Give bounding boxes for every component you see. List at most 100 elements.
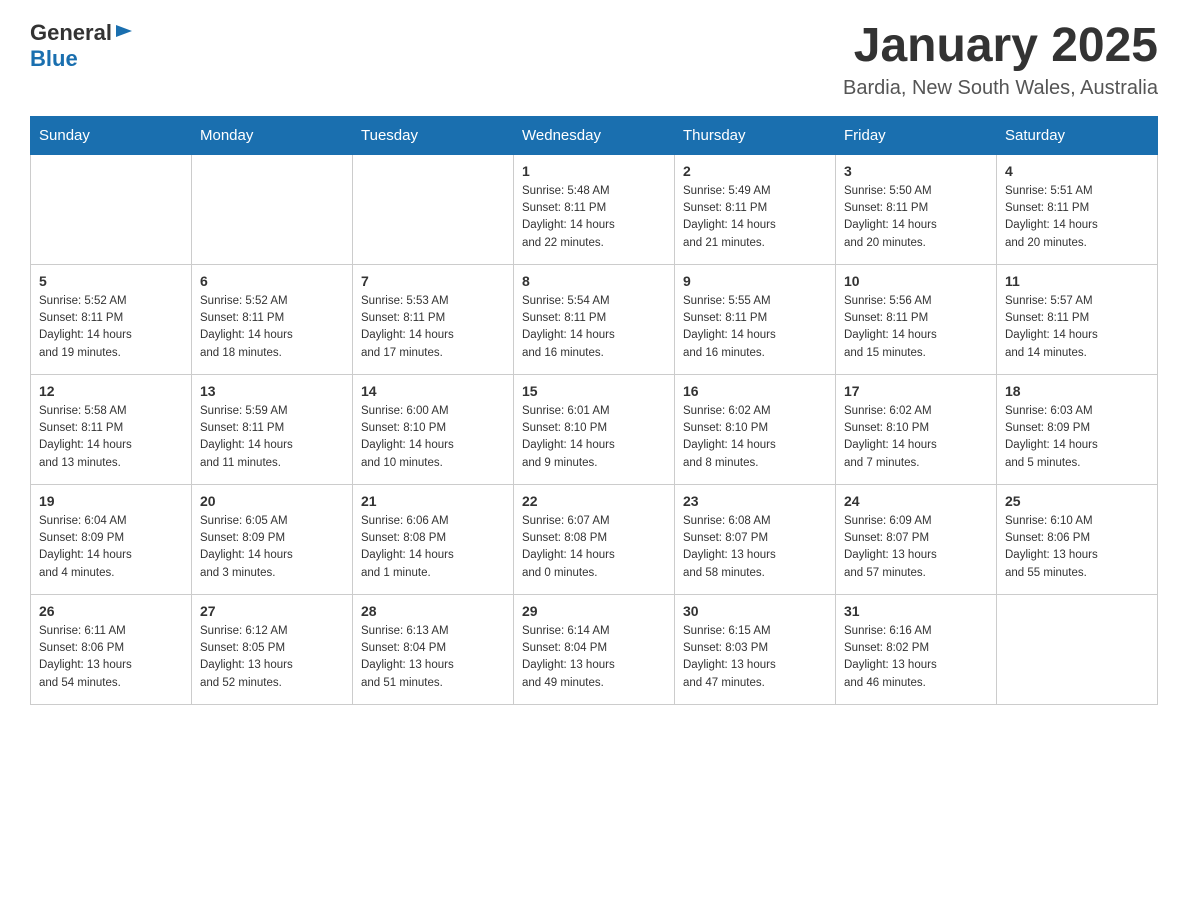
logo: General Blue: [30, 20, 136, 72]
table-row: 7Sunrise: 5:53 AM Sunset: 8:11 PM Daylig…: [353, 264, 514, 374]
day-info: Sunrise: 6:13 AM Sunset: 8:04 PM Dayligh…: [361, 623, 505, 692]
day-number: 8: [522, 273, 666, 289]
col-tuesday: Tuesday: [353, 116, 514, 154]
day-info: Sunrise: 5:57 AM Sunset: 8:11 PM Dayligh…: [1005, 293, 1149, 362]
table-row: [997, 594, 1158, 704]
calendar-header-row: Sunday Monday Tuesday Wednesday Thursday…: [31, 116, 1158, 154]
table-row: 29 Sunrise: 6:14 AM Sunset: 8:04 PM Dayli…: [514, 594, 675, 704]
day-info: Sunrise: 5:51 AM Sunset: 8:11 PM Dayligh…: [1005, 183, 1149, 252]
table-row: 12 Sunrise: 5:58 AM Sunset: 8:11 PM Dayli…: [31, 374, 192, 484]
logo-blue-text: Blue: [30, 46, 78, 71]
day-number: 26: [39, 603, 183, 619]
table-row: 20Sunrise: 6:05 AM Sunset: 8:09 PM Dayli…: [192, 484, 353, 594]
table-row: 30 Sunrise: 6:15 AM Sunset: 8:03 PM Dayli…: [675, 594, 836, 704]
day-info: Sunrise: 6:07 AM Sunset: 8:08 PM Dayligh…: [522, 513, 666, 582]
day-info: Sunrise: 5:56 AM Sunset: 8:11 PM Dayligh…: [844, 293, 988, 362]
day-info: Sunrise: 6:09 AM Sunset: 8:07 PM Dayligh…: [844, 513, 988, 582]
day-number: 22: [522, 493, 666, 509]
col-saturday: Saturday: [997, 116, 1158, 154]
table-row: 25Sunrise: 6:10 AM Sunset: 8:06 PM Dayli…: [997, 484, 1158, 594]
table-row: [353, 154, 514, 264]
table-row: [192, 154, 353, 264]
day-number: 2: [683, 163, 827, 179]
col-sunday: Sunday: [31, 116, 192, 154]
location-title: Bardia, New South Wales, Australia: [843, 77, 1158, 100]
day-number: 1: [522, 163, 666, 179]
day-number: 15: [522, 383, 666, 399]
day-number: 27: [200, 603, 344, 619]
day-number: 23: [683, 493, 827, 509]
day-number: 24: [844, 493, 988, 509]
col-monday: Monday: [192, 116, 353, 154]
day-number: 31: [844, 603, 988, 619]
table-row: 26 Sunrise: 6:11 AM Sunset: 8:06 PM Dayli…: [31, 594, 192, 704]
table-row: 2 Sunrise: 5:49 AM Sunset: 8:11 PM Daylig…: [675, 154, 836, 264]
table-row: 21 Sunrise: 6:06 AM Sunset: 8:08 PM Dayli…: [353, 484, 514, 594]
title-area: January 2025 Bardia, New South Wales, Au…: [843, 20, 1158, 100]
day-info: Sunrise: 6:10 AM Sunset: 8:06 PM Dayligh…: [1005, 513, 1149, 582]
table-row: 14 Sunrise: 6:00 AM Sunset: 8:10 PM Dayli…: [353, 374, 514, 484]
col-thursday: Thursday: [675, 116, 836, 154]
day-info: Sunrise: 6:06 AM Sunset: 8:08 PM Dayligh…: [361, 513, 505, 582]
table-row: 15Sunrise: 6:01 AM Sunset: 8:10 PM Dayli…: [514, 374, 675, 484]
day-info: Sunrise: 6:08 AM Sunset: 8:07 PM Dayligh…: [683, 513, 827, 582]
day-info: Sunrise: 6:00 AM Sunset: 8:10 PM Dayligh…: [361, 403, 505, 472]
calendar-week-row: 1 Sunrise: 5:48 AM Sunset: 8:11 PM Daylig…: [31, 154, 1158, 264]
day-info: Sunrise: 6:16 AM Sunset: 8:02 PM Dayligh…: [844, 623, 988, 692]
day-info: Sunrise: 6:04 AM Sunset: 8:09 PM Dayligh…: [39, 513, 183, 582]
day-info: Sunrise: 6:02 AM Sunset: 8:10 PM Dayligh…: [683, 403, 827, 472]
day-info: Sunrise: 5:48 AM Sunset: 8:11 PM Dayligh…: [522, 183, 666, 252]
table-row: 8 Sunrise: 5:54 AM Sunset: 8:11 PM Daylig…: [514, 264, 675, 374]
day-number: 29: [522, 603, 666, 619]
calendar-table: Sunday Monday Tuesday Wednesday Thursday…: [30, 116, 1158, 705]
table-row: 24 Sunrise: 6:09 AM Sunset: 8:07 PM Dayli…: [836, 484, 997, 594]
table-row: 11 Sunrise: 5:57 AM Sunset: 8:11 PM Dayli…: [997, 264, 1158, 374]
day-info: Sunrise: 5:50 AM Sunset: 8:11 PM Dayligh…: [844, 183, 988, 252]
day-info: Sunrise: 6:14 AM Sunset: 8:04 PM Dayligh…: [522, 623, 666, 692]
day-info: Sunrise: 6:15 AM Sunset: 8:03 PM Dayligh…: [683, 623, 827, 692]
day-number: 9: [683, 273, 827, 289]
calendar-week-row: 5 Sunrise: 5:52 AM Sunset: 8:11 PM Daylig…: [31, 264, 1158, 374]
table-row: [31, 154, 192, 264]
table-row: 1 Sunrise: 5:48 AM Sunset: 8:11 PM Daylig…: [514, 154, 675, 264]
day-info: Sunrise: 5:53 AM Sunset: 8:11 PM Dayligh…: [361, 293, 505, 362]
day-number: 13: [200, 383, 344, 399]
calendar-week-row: 12 Sunrise: 5:58 AM Sunset: 8:11 PM Dayli…: [31, 374, 1158, 484]
logo-general-text: General: [30, 20, 112, 46]
day-info: Sunrise: 6:11 AM Sunset: 8:06 PM Dayligh…: [39, 623, 183, 692]
day-number: 30: [683, 603, 827, 619]
table-row: 18Sunrise: 6:03 AM Sunset: 8:09 PM Dayli…: [997, 374, 1158, 484]
day-number: 10: [844, 273, 988, 289]
table-row: 31 Sunrise: 6:16 AM Sunset: 8:02 PM Dayli…: [836, 594, 997, 704]
day-info: Sunrise: 5:58 AM Sunset: 8:11 PM Dayligh…: [39, 403, 183, 472]
table-row: 6Sunrise: 5:52 AM Sunset: 8:11 PM Daylig…: [192, 264, 353, 374]
table-row: 10 Sunrise: 5:56 AM Sunset: 8:11 PM Dayli…: [836, 264, 997, 374]
day-number: 12: [39, 383, 183, 399]
day-info: Sunrise: 6:12 AM Sunset: 8:05 PM Dayligh…: [200, 623, 344, 692]
day-info: Sunrise: 6:05 AM Sunset: 8:09 PM Dayligh…: [200, 513, 344, 582]
day-number: 3: [844, 163, 988, 179]
day-info: Sunrise: 5:55 AM Sunset: 8:11 PM Dayligh…: [683, 293, 827, 362]
table-row: 19 Sunrise: 6:04 AM Sunset: 8:09 PM Dayli…: [31, 484, 192, 594]
day-number: 19: [39, 493, 183, 509]
day-number: 21: [361, 493, 505, 509]
calendar-week-row: 26 Sunrise: 6:11 AM Sunset: 8:06 PM Dayli…: [31, 594, 1158, 704]
col-wednesday: Wednesday: [514, 116, 675, 154]
day-info: Sunrise: 5:52 AM Sunset: 8:11 PM Dayligh…: [39, 293, 183, 362]
day-info: Sunrise: 5:49 AM Sunset: 8:11 PM Dayligh…: [683, 183, 827, 252]
col-friday: Friday: [836, 116, 997, 154]
day-number: 11: [1005, 273, 1149, 289]
table-row: 16Sunrise: 6:02 AM Sunset: 8:10 PM Dayli…: [675, 374, 836, 484]
day-number: 18: [1005, 383, 1149, 399]
table-row: 22 Sunrise: 6:07 AM Sunset: 8:08 PM Dayli…: [514, 484, 675, 594]
table-row: 23 Sunrise: 6:08 AM Sunset: 8:07 PM Dayli…: [675, 484, 836, 594]
table-row: 9 Sunrise: 5:55 AM Sunset: 8:11 PM Daylig…: [675, 264, 836, 374]
table-row: 17Sunrise: 6:02 AM Sunset: 8:10 PM Dayli…: [836, 374, 997, 484]
day-info: Sunrise: 5:54 AM Sunset: 8:11 PM Dayligh…: [522, 293, 666, 362]
day-number: 14: [361, 383, 505, 399]
day-number: 5: [39, 273, 183, 289]
table-row: 3 Sunrise: 5:50 AM Sunset: 8:11 PM Daylig…: [836, 154, 997, 264]
day-number: 4: [1005, 163, 1149, 179]
day-info: Sunrise: 6:02 AM Sunset: 8:10 PM Dayligh…: [844, 403, 988, 472]
table-row: 27 Sunrise: 6:12 AM Sunset: 8:05 PM Dayli…: [192, 594, 353, 704]
